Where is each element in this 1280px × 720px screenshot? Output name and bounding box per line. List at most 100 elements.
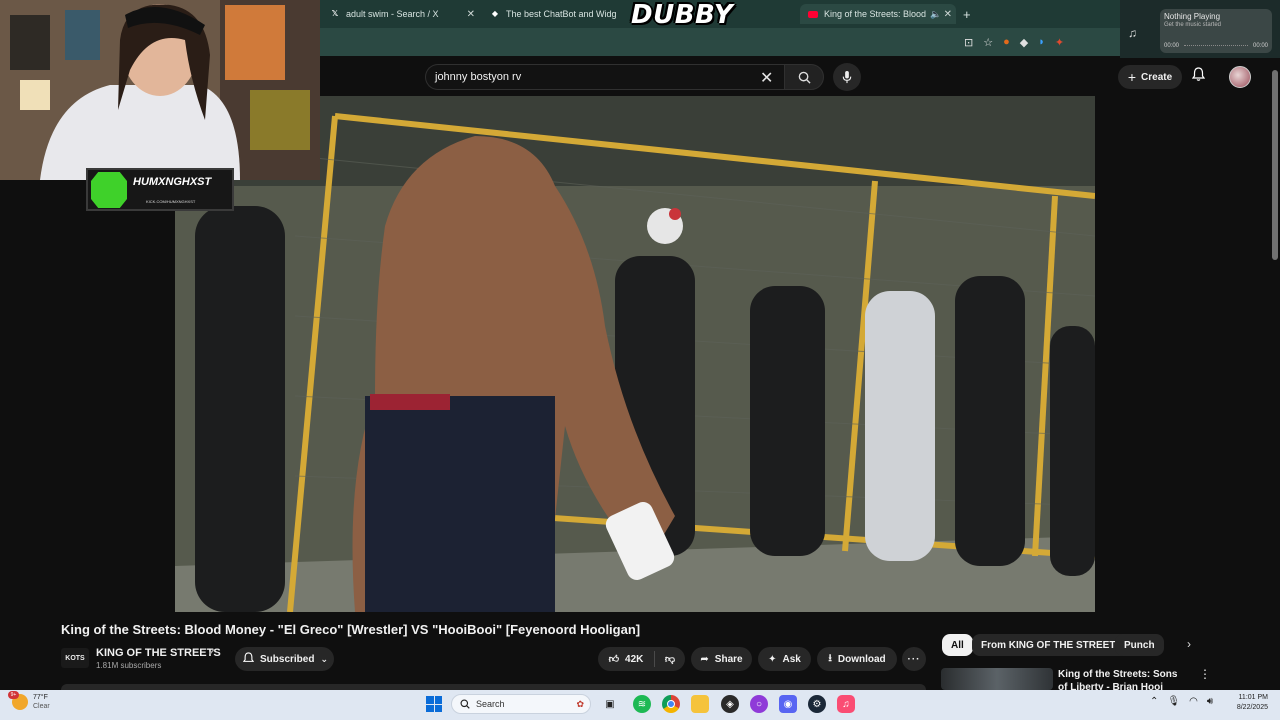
install-icon[interactable]: ⊡	[964, 36, 973, 49]
taskbar-search-box[interactable]: Search ✿	[451, 694, 591, 714]
ask-button[interactable]: ✦ Ask	[758, 647, 811, 671]
media-card[interactable]: Nothing Playing Get the music started 00…	[1160, 9, 1272, 53]
search-icon	[798, 71, 811, 84]
weather-temp: 77°F	[33, 694, 48, 701]
scrollbar-thumb[interactable]	[1272, 70, 1278, 260]
share-button[interactable]: ➦ Share	[691, 647, 752, 671]
app-dark-icon[interactable]: ◈	[721, 695, 739, 713]
tab-chatbot[interactable]: ◆ The best ChatBot and Widgets	[490, 4, 635, 24]
plus-icon: +	[1127, 69, 1137, 85]
video-title: King of the Streets: Blood Money - "El G…	[61, 622, 641, 637]
channel-avatar[interactable]: KOTS	[61, 648, 89, 668]
extensions-toolbar: ⊡ ☆ ● ◆ ◗ ✦	[960, 28, 1120, 56]
file-explorer-icon[interactable]	[691, 695, 709, 713]
spotify-icon[interactable]: ≋	[633, 695, 651, 713]
close-tab-icon[interactable]: ✕	[944, 9, 952, 20]
chevron-down-icon: ⌄	[320, 653, 329, 664]
tab-label: King of the Streets: Blood M	[824, 9, 928, 19]
dubby-logo: DUBBY	[631, 0, 734, 30]
close-tab-icon[interactable]: ✕	[467, 9, 475, 20]
tab-king-of-the-streets[interactable]: King of the Streets: Blood M 🔈 ✕	[800, 4, 956, 24]
account-avatar[interactable]	[1229, 66, 1251, 88]
system-tray: ⌃ 🎙︎ ◠ 🔊︎	[1150, 696, 1213, 707]
chrome-icon[interactable]	[662, 695, 680, 713]
weather-condition: Clear	[33, 703, 50, 710]
search-label: Search	[476, 699, 505, 709]
download-icon: ⭳	[828, 652, 832, 664]
media-title: Nothing Playing	[1164, 12, 1221, 21]
search-icon	[460, 699, 470, 709]
obs-purple-icon[interactable]: ○	[750, 695, 768, 713]
taskbar-clock[interactable]: 11:01 PM 8/22/2025	[1226, 693, 1268, 713]
more-actions-button[interactable]: ···	[902, 647, 926, 671]
thumbs-up-icon: 👍︎	[608, 654, 620, 665]
voice-search-button[interactable]	[833, 63, 861, 91]
tab-label: adult swim - Search / X	[346, 9, 439, 19]
speaker-icon[interactable]: 🔈	[930, 9, 941, 20]
clock-time: 11:01 PM	[1238, 694, 1268, 701]
webcam-overlay	[0, 0, 320, 180]
clear-search-icon[interactable]: ✕	[760, 68, 773, 88]
thumbs-down-icon: 👎︎	[664, 654, 676, 665]
wifi-icon[interactable]: ◠	[1189, 696, 1198, 707]
like-count: 42K	[625, 653, 644, 665]
verified-check-icon: ✔	[208, 647, 216, 657]
share-label: Share	[714, 653, 743, 665]
new-tab-button[interactable]: +	[963, 4, 977, 24]
chip-all[interactable]: All	[942, 634, 973, 656]
extension-blue-icon[interactable]: ◗	[1038, 36, 1045, 48]
recommendation-menu-icon[interactable]: ⋮	[1199, 667, 1211, 681]
like-button[interactable]: 👍︎ 42K	[598, 651, 655, 667]
search-highlight-icon: ✿	[576, 698, 584, 709]
ask-label: Ask	[782, 653, 801, 665]
extension-diamond-icon[interactable]: ◆	[1020, 36, 1028, 49]
notifications-bell-icon[interactable]	[1191, 67, 1206, 84]
like-dislike-group: 👍︎ 42K 👎︎	[598, 647, 685, 671]
microphone-tray-icon[interactable]: 🎙︎	[1167, 696, 1180, 707]
discord-icon[interactable]: ◉	[779, 695, 797, 713]
youtube-icon	[808, 10, 818, 18]
streamer-name: HUMXNGHXST	[133, 176, 212, 188]
create-button[interactable]: + Create	[1118, 65, 1182, 89]
start-button-windows-icon[interactable]	[426, 696, 442, 712]
tab-label: The best ChatBot and Widgets	[506, 9, 616, 19]
extension-orange-icon[interactable]: ●	[1003, 36, 1010, 48]
media-time-end: 00:00	[1252, 43, 1268, 49]
media-time-start: 00:00	[1164, 43, 1180, 49]
extension-red-icon[interactable]: ✦	[1055, 36, 1064, 49]
microphone-icon	[842, 70, 852, 83]
music-icon[interactable]: ♫	[1128, 26, 1137, 40]
chevron-right-icon[interactable]: ›	[1187, 637, 1191, 651]
recommendation-title[interactable]: King of the Streets: Sons of Liberty - B…	[1058, 668, 1188, 690]
dislike-button[interactable]: 👎︎	[655, 653, 685, 665]
channel-name[interactable]: KING OF THE STREETS	[96, 647, 221, 659]
download-label: Download	[837, 653, 886, 665]
media-subtitle: Get the music started	[1164, 22, 1222, 28]
sun-icon: 9+	[8, 691, 28, 710]
tab-adult-swim[interactable]: 𝕏 adult swim - Search / X ✕	[330, 4, 475, 24]
subscriber-count: 1.81M subscribers	[96, 661, 162, 670]
diamond-icon: ◆	[491, 9, 499, 18]
notification-badge: 9+	[8, 691, 19, 699]
recommendation-thumbnail[interactable]	[941, 668, 1053, 690]
music-app-icon[interactable]: ♫	[837, 695, 855, 713]
weather-widget[interactable]: 9+ 77°F Clear	[8, 691, 50, 711]
download-button[interactable]: ⭳ Download	[817, 647, 897, 671]
subscribed-label: Subscribed	[260, 653, 315, 665]
sparkle-icon: ✦	[768, 653, 777, 665]
chip-from-channel[interactable]: From KING OF THE STREETS	[972, 634, 1132, 656]
chip-punch[interactable]: Punch	[1115, 634, 1164, 656]
search-input[interactable]: johnny bostyon rv	[425, 64, 785, 90]
task-view-icon[interactable]: ▣	[601, 695, 619, 713]
chevron-up-icon[interactable]: ⌃	[1150, 696, 1158, 707]
steam-icon[interactable]: ⚙	[808, 695, 826, 713]
search-button[interactable]	[784, 64, 824, 90]
bell-icon	[242, 651, 255, 667]
subscribed-button[interactable]: Subscribed ⌄	[235, 647, 334, 671]
volume-icon[interactable]: 🔊︎	[1207, 696, 1213, 707]
share-arrow-icon: ➦	[700, 653, 709, 665]
bookmark-star-icon[interactable]: ☆	[983, 36, 993, 49]
kick-logo-icon	[91, 172, 127, 208]
streamer-badge: HUMXNGHXST KICK.COM/HUMXNGHXST	[86, 168, 234, 211]
x-logo-icon: 𝕏	[331, 9, 339, 18]
